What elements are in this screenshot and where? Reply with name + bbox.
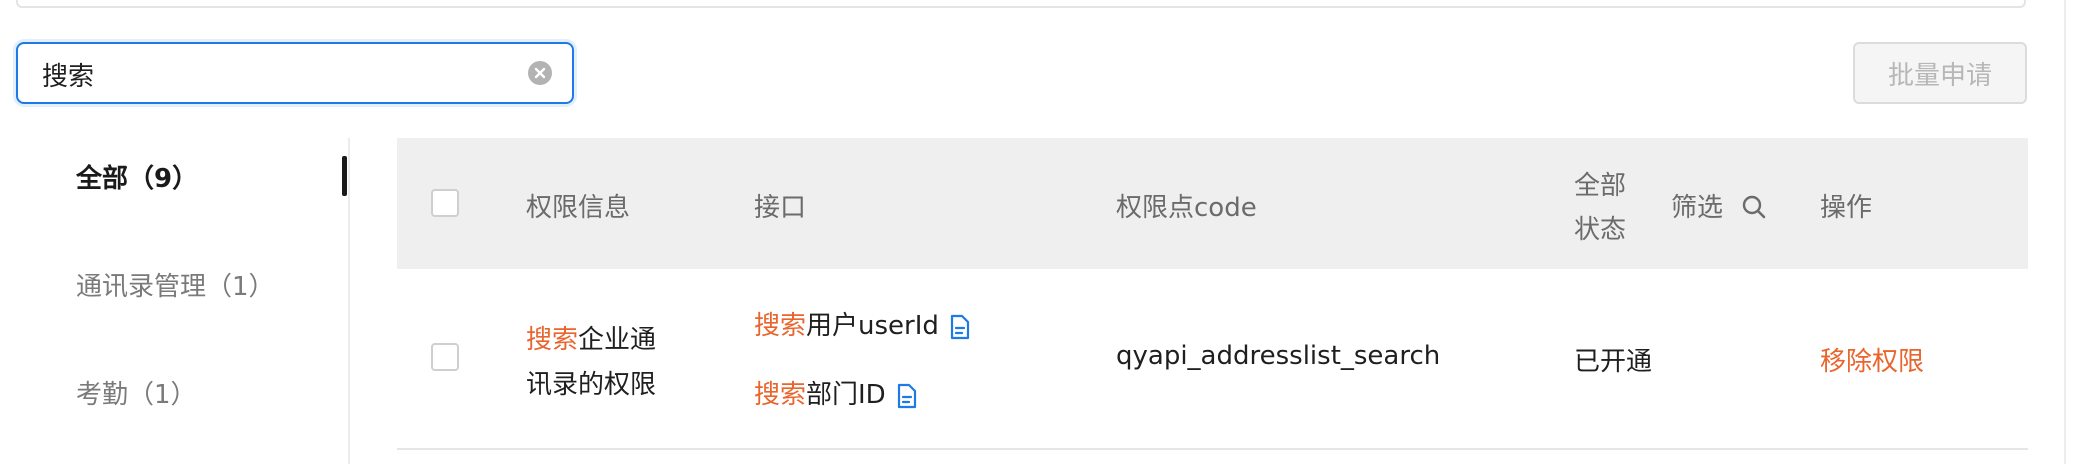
status-text: 已开通 bbox=[1574, 347, 1653, 377]
table-header: 权限信息 接口 权限点code 全部 状态 筛选 操作 bbox=[397, 138, 2028, 269]
header-status: 状态 bbox=[1574, 215, 1627, 245]
search-box[interactable] bbox=[16, 42, 574, 104]
permission-code: qyapi_addresslist_search bbox=[1116, 341, 1441, 371]
permission-info-line2: 讯录的权限 bbox=[526, 370, 657, 400]
permission-info-line1: 搜索企业通 bbox=[526, 319, 656, 356]
header-status-filter-all[interactable]: 全部 bbox=[1574, 165, 1626, 202]
search-icon bbox=[1743, 195, 1766, 219]
search-input[interactable] bbox=[40, 44, 524, 104]
interface-text: 用户userId bbox=[806, 311, 939, 341]
document-icon[interactable] bbox=[896, 383, 918, 409]
page-scrollbar[interactable] bbox=[2064, 0, 2080, 464]
batch-apply-button[interactable]: 批量申请 bbox=[1853, 42, 2027, 104]
category-item-all[interactable]: 全部（9） bbox=[76, 158, 198, 195]
category-item-attendance[interactable]: 考勤（1） bbox=[76, 374, 197, 411]
interface-highlight: 搜索 bbox=[754, 380, 807, 410]
row-checkbox[interactable] bbox=[431, 343, 459, 371]
filter-label: 筛选 bbox=[1671, 193, 1724, 223]
interface-highlight: 搜索 bbox=[754, 311, 807, 341]
header-filter-button[interactable]: 筛选 bbox=[1671, 187, 1767, 224]
header-action: 操作 bbox=[1820, 193, 1873, 223]
interface-user-id[interactable]: 搜索用户userId bbox=[754, 305, 971, 342]
header-permission-info: 权限信息 bbox=[526, 193, 631, 223]
row-divider bbox=[397, 448, 2028, 450]
interface-text: 部门ID bbox=[806, 380, 886, 410]
header-interface: 接口 bbox=[754, 193, 807, 223]
interface-department-id[interactable]: 搜索部门ID bbox=[754, 374, 918, 411]
active-category-indicator bbox=[342, 156, 347, 196]
table-row: 搜索企业通 讯录的权限 搜索用户userId 搜索部门ID qyapi_addr… bbox=[397, 269, 2028, 449]
select-all-checkbox[interactable] bbox=[431, 189, 459, 217]
permission-highlight: 搜索 bbox=[526, 325, 579, 355]
header-permission-code: 权限点code bbox=[1116, 193, 1257, 223]
category-item-contacts[interactable]: 通讯录管理（1） bbox=[76, 266, 275, 303]
category-divider bbox=[348, 138, 350, 464]
top-panel-edge bbox=[16, 0, 2026, 8]
category-list: 全部（9） 通讯录管理（1） 考勤（1） bbox=[0, 138, 350, 464]
remove-permission-link[interactable]: 移除权限 bbox=[1820, 341, 1924, 378]
clear-icon[interactable] bbox=[528, 61, 552, 85]
permission-text: 企业通 bbox=[578, 325, 657, 355]
document-icon[interactable] bbox=[949, 314, 971, 340]
